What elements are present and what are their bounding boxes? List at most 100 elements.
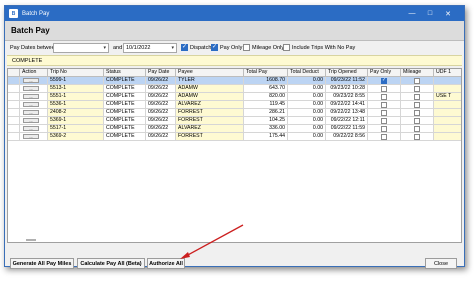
row-action-button[interactable]: ... [23,86,39,91]
row-selector[interactable] [8,109,20,117]
date-from-field[interactable]: ▾ [53,43,109,53]
trip-no-cell: 5536-1 [48,101,104,109]
close-icon[interactable]: ✕ [440,6,456,21]
table-row[interactable]: ... 5369-1 COMPLETE 09/26/22 FORREST 104.25 0.… [8,117,461,125]
pay-only-checkbox[interactable] [381,77,387,84]
row-action-button[interactable]: ... [23,134,39,139]
row-selector[interactable] [8,133,20,141]
mileage-checkbox[interactable] [414,134,420,140]
pay-only-checkbox[interactable] [211,43,218,51]
row-action-button[interactable]: ... [23,126,39,131]
table-row[interactable]: ... 5536-1 COMPLETE 09/26/22 ALVAREZ 119.45 0.… [8,101,461,109]
minimize-icon[interactable]: — [404,6,420,21]
pay-only-checkbox[interactable] [381,118,387,124]
chevron-down-icon[interactable]: ▾ [171,45,174,51]
status-cell: COMPLETE [104,93,146,101]
row-selector[interactable] [8,93,20,101]
date-to-field[interactable]: 10/1/2022 ▾ [123,43,177,53]
pay-date-cell: 09/26/22 [146,133,176,141]
mileage-cell [401,117,434,125]
mileage-only-label: Mileage Only [252,45,285,51]
mileage-checkbox[interactable] [414,78,420,84]
total-deduct-cell: 0.00 [288,117,326,125]
total-pay-cell: 104.25 [244,117,288,125]
row-action-button[interactable]: ... [23,118,39,123]
total-pay-cell: 175.44 [244,133,288,141]
col-mileage[interactable]: Mileage [401,69,434,77]
col-payee[interactable]: Payee [176,69,244,77]
pay-only-label: Pay Only [220,45,243,51]
row-selector[interactable] [8,85,20,93]
pay-only-checkbox[interactable] [381,134,387,140]
mileage-checkbox[interactable] [414,110,420,116]
udf1-cell [434,125,461,133]
row-selector[interactable] [8,77,20,85]
row-selector[interactable] [8,117,20,125]
title-bar[interactable]: B Batch Pay — □ ✕ [5,6,464,21]
mileage-checkbox[interactable] [414,102,420,108]
payee-cell: ALVAREZ [176,101,244,109]
col-pay-date[interactable]: Pay Date [146,69,176,77]
total-pay-cell: 820.00 [244,93,288,101]
total-deduct-cell: 0.00 [288,125,326,133]
col-trip-opened[interactable]: Trip Opened [326,69,368,77]
close-button[interactable]: Close [425,258,457,269]
pay-only-checkbox[interactable] [381,94,387,100]
pay-only-checkbox[interactable] [381,126,387,132]
total-deduct-cell: 0.00 [288,93,326,101]
table-row[interactable]: ... 5513-1 COMPLETE 09/26/22 ADAMW 643.70 0.00… [8,85,461,93]
pay-only-cell [368,133,401,141]
table-row[interactable]: ... 5517-1 COMPLETE 09/26/22 ALVAREZ 336.00 0.… [8,125,461,133]
row-selector[interactable] [8,125,20,133]
action-cell: ... [20,101,48,109]
col-pay-only[interactable]: Pay Only [368,69,401,77]
mileage-checkbox[interactable] [414,126,420,132]
horizontal-scrollbar[interactable] [26,239,36,241]
row-selector[interactable] [8,101,20,109]
col-status[interactable]: Status [104,69,146,77]
table-row[interactable]: ... 5551-1 COMPLETE 09/26/22 ADAMW 820.00 0.00… [8,93,461,101]
mileage-checkbox[interactable] [414,94,420,100]
row-action-button[interactable]: ... [23,102,39,107]
mileage-only-checkbox[interactable] [243,44,250,51]
grid-header-row: Action Trip No Status Pay Date Payee Tot… [8,69,461,77]
row-action-button[interactable]: ... [23,94,39,99]
row-action-button[interactable]: ... [23,110,39,115]
header-bar: Batch Pay [5,21,464,41]
mileage-checkbox[interactable] [414,86,420,92]
total-pay-cell: 119.45 [244,101,288,109]
include-trips-checkbox[interactable] [283,44,290,51]
pay-only-checkbox[interactable] [381,102,387,108]
mileage-checkbox[interactable] [414,118,420,124]
table-row[interactable]: ... 5599-1 COMPLETE 09/26/22 TYLER 1608.70 0.0… [8,77,461,85]
udf1-cell [434,117,461,125]
pay-date-cell: 09/26/22 [146,117,176,125]
authorize-all-button[interactable]: Authorize All [147,258,185,269]
col-action[interactable]: Action [20,69,48,77]
dispatch-checkbox[interactable] [181,43,188,51]
status-cell: COMPLETE [104,133,146,141]
trip-no-cell: 5369-2 [48,133,104,141]
col-udf1[interactable]: UDF 1 [434,69,461,77]
calculate-pay-all-button[interactable]: Calculate Pay All (Beta) [77,258,145,269]
udf1-cell [434,109,461,117]
pay-only-cell [368,109,401,117]
payee-cell: TYLER [176,77,244,85]
app-icon: B [9,9,18,18]
table-row[interactable]: ... 2408-2 COMPLETE 09/26/22 FORREST 286.21 0.… [8,109,461,117]
pay-only-cell [368,101,401,109]
table-row[interactable]: ... 5369-2 COMPLETE 09/26/22 FORREST 175.44 0.… [8,133,461,141]
maximize-icon[interactable]: □ [422,6,438,21]
row-action-button[interactable]: ... [23,78,39,83]
chevron-down-icon[interactable]: ▾ [103,45,106,51]
payee-cell: FORREST [176,133,244,141]
col-trip-no[interactable]: Trip No [48,69,104,77]
col-total-deduct[interactable]: Total Deduct [288,69,326,77]
payee-cell: ALVAREZ [176,125,244,133]
generate-pay-miles-button[interactable]: Generate All Pay Miles [10,258,74,269]
pay-only-checkbox[interactable] [381,86,387,92]
pay-only-checkbox[interactable] [381,110,387,116]
col-total-pay[interactable]: Total Pay [244,69,288,77]
mileage-cell [401,85,434,93]
status-cell: COMPLETE [104,85,146,93]
